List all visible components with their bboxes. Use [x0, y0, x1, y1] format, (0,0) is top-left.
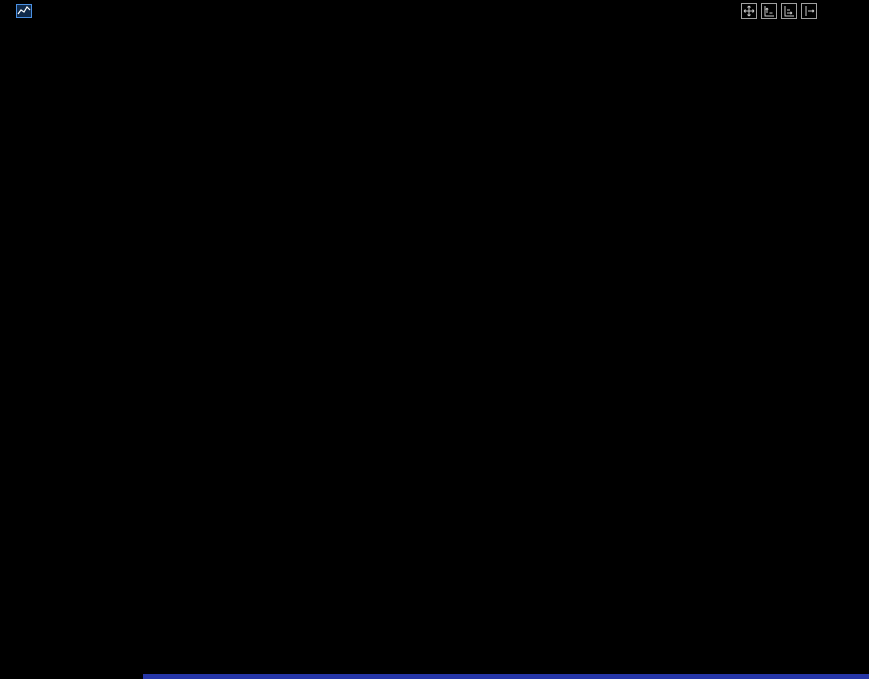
chart-toolbar	[741, 3, 817, 19]
chart-canvas[interactable]	[0, 0, 869, 679]
pane-right-tool-button[interactable]	[781, 3, 797, 19]
shift-right-tool-button[interactable]	[801, 3, 817, 19]
chart-type-icon[interactable]	[16, 4, 32, 18]
chart-window	[0, 0, 869, 679]
pane-up-tool-button[interactable]	[761, 3, 777, 19]
pan-tool-button[interactable]	[741, 3, 757, 19]
horizontal-scrollbar[interactable]	[143, 674, 869, 679]
chart-header	[0, 0, 869, 22]
